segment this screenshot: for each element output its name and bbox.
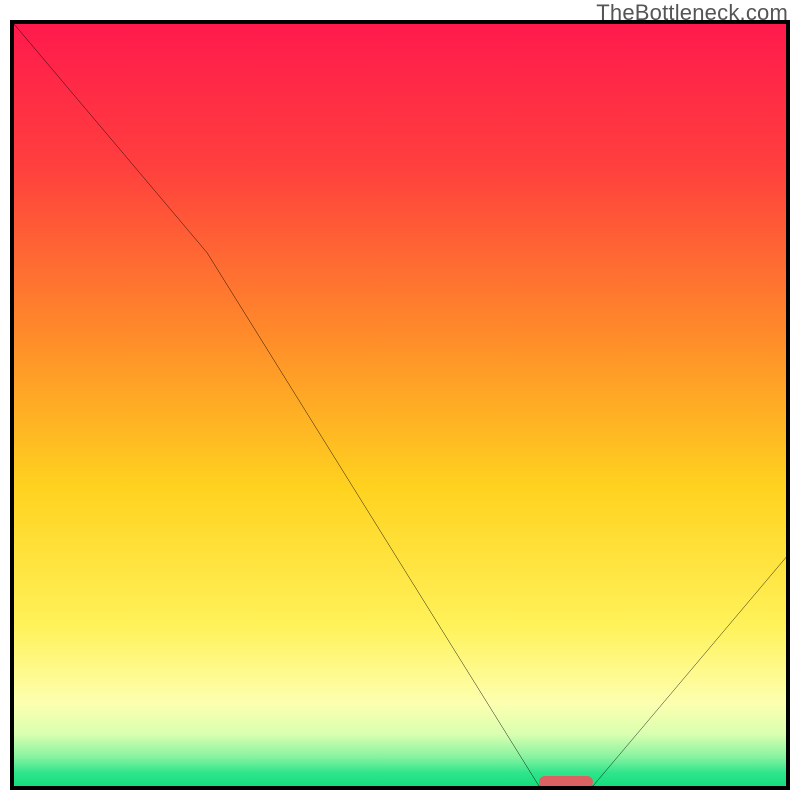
chart-frame [10,20,790,790]
optimum-marker [539,776,593,788]
chart-curve [14,24,786,786]
